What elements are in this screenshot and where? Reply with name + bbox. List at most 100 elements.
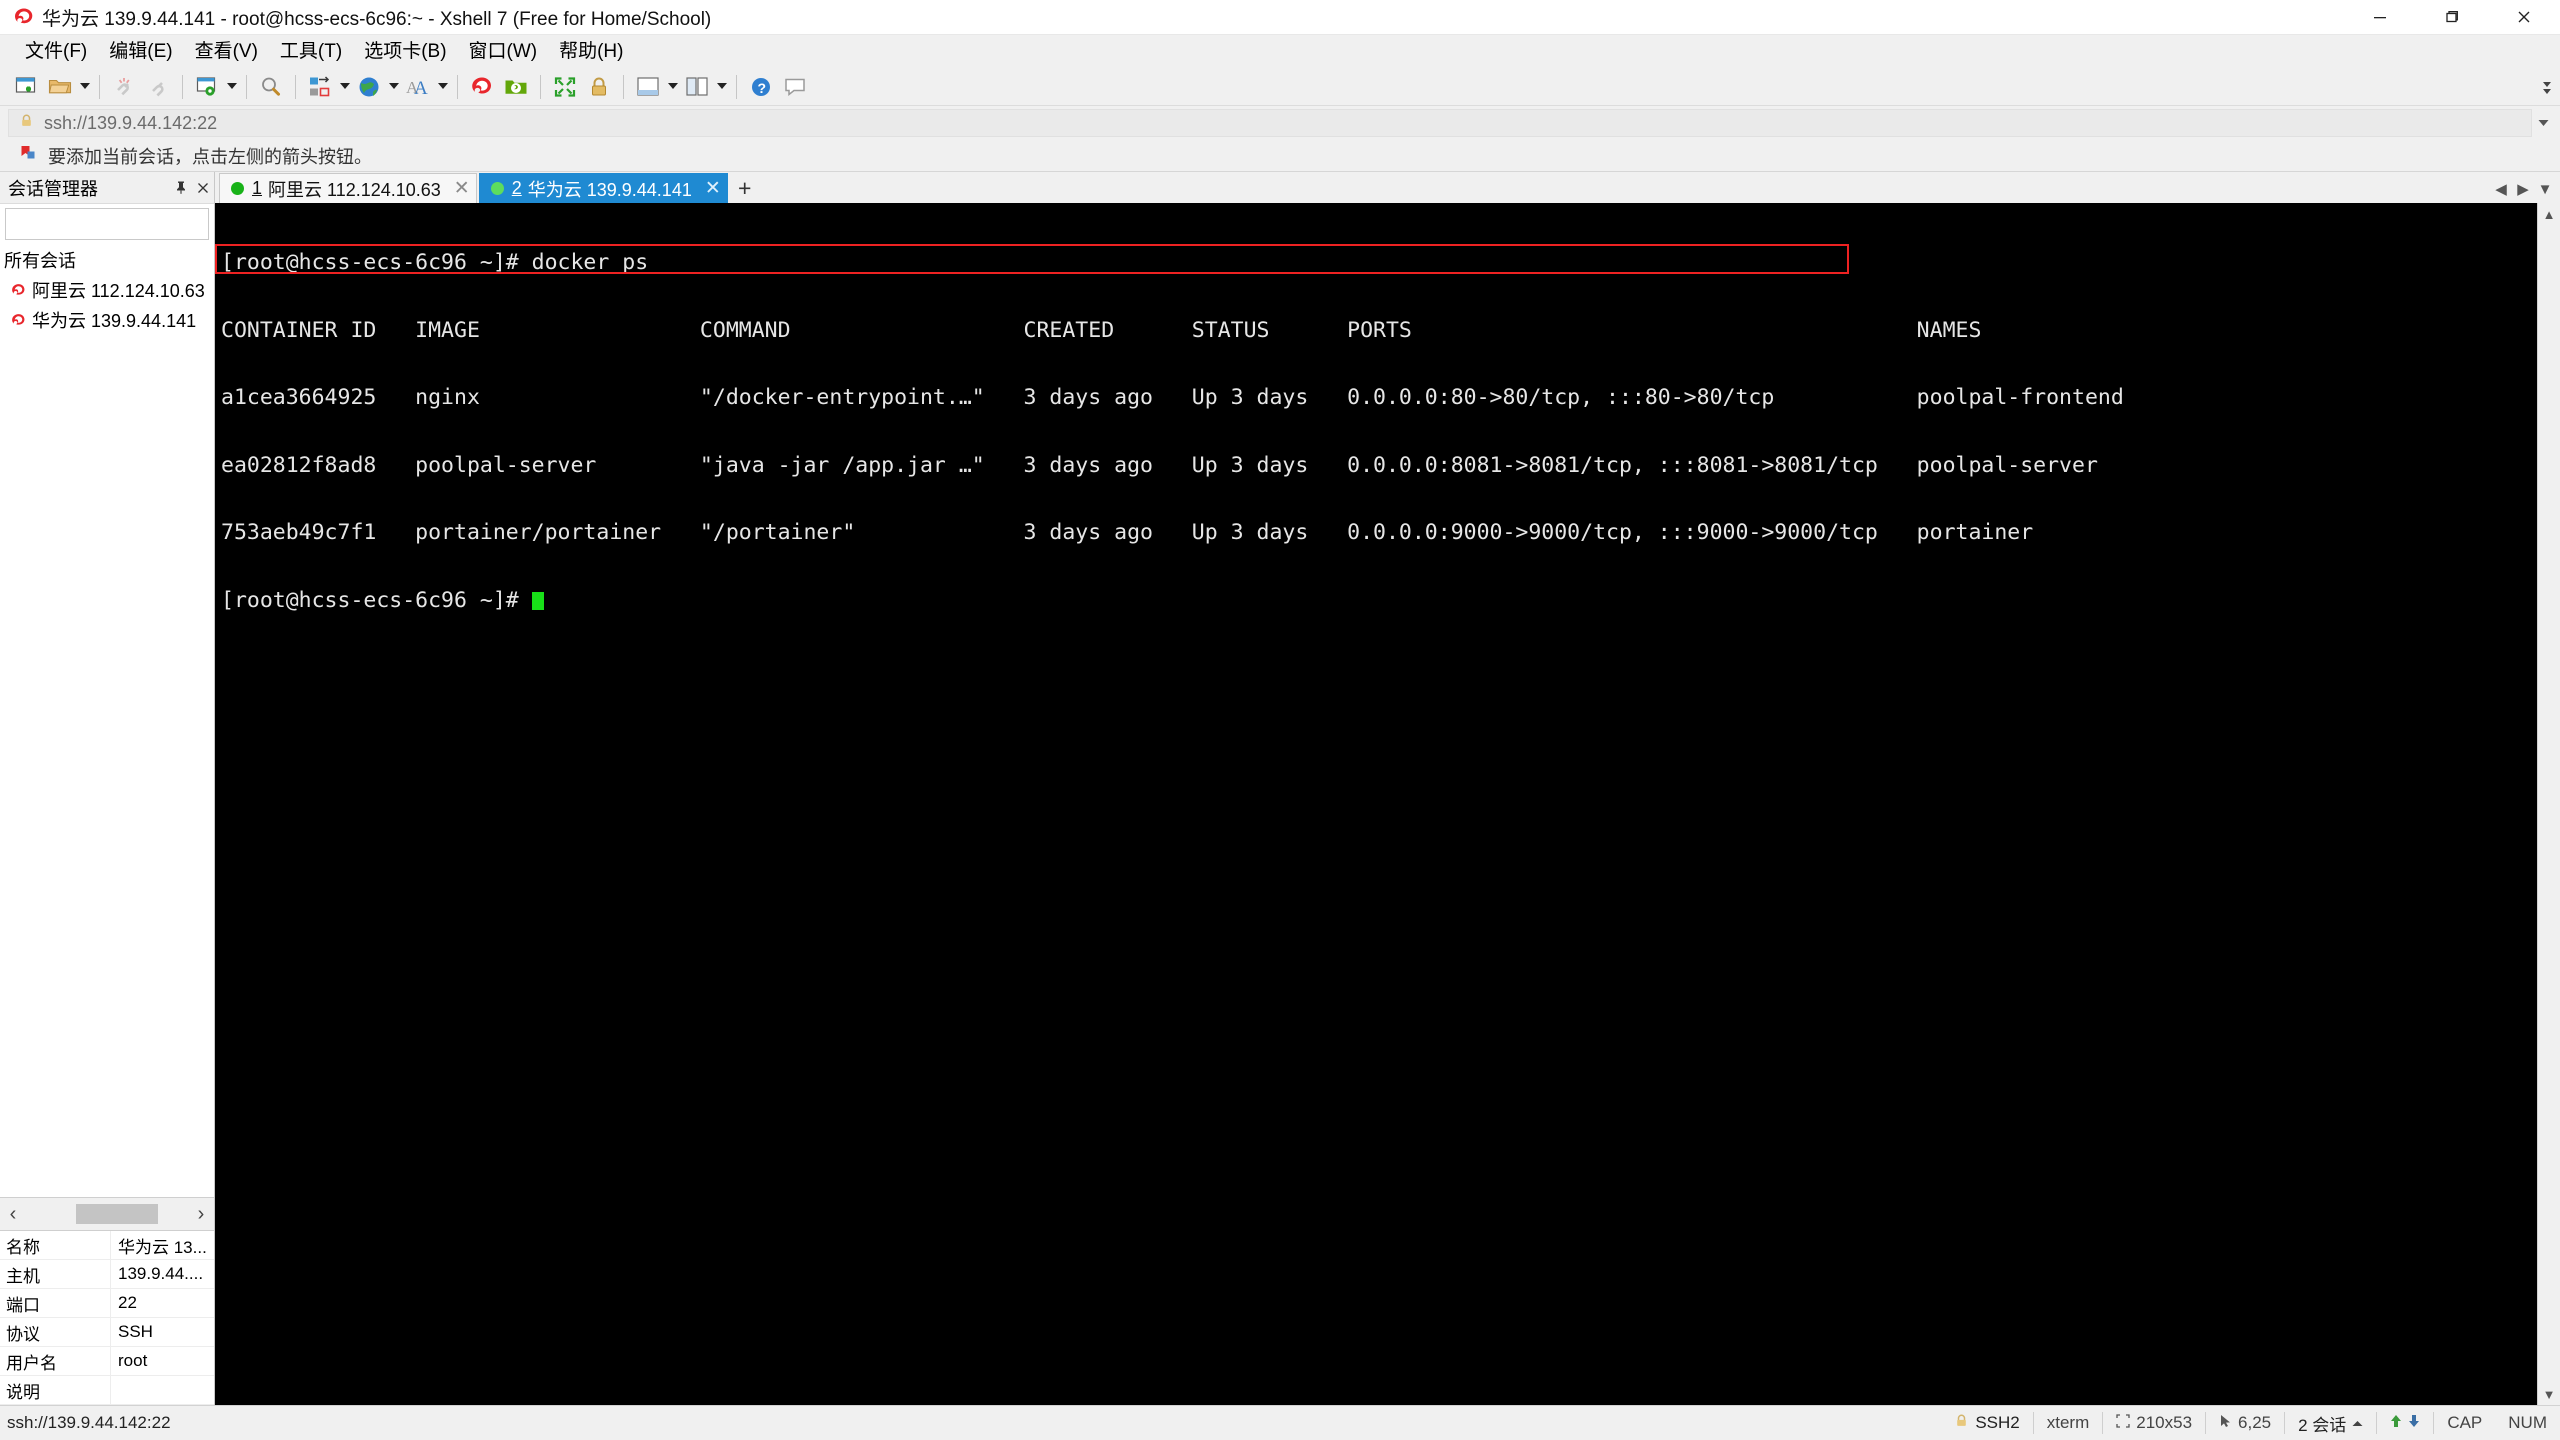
- file-transfer-icon[interactable]: [303, 72, 337, 102]
- chevron-up-icon[interactable]: ▲: [2538, 203, 2560, 225]
- session-search-box[interactable]: [5, 208, 236, 240]
- font-icon[interactable]: A A: [401, 72, 435, 102]
- toolbar-overflow-icon[interactable]: [2540, 68, 2554, 105]
- menu-bar: 文件(F) 编辑(E) 查看(V) 工具(T) 选项卡(B) 窗口(W) 帮助(…: [0, 35, 2560, 68]
- terminal-area: [root@hcss-ecs-6c96 ~]# docker ps CONTAI…: [215, 203, 2560, 1405]
- layout-icon[interactable]: [680, 72, 714, 102]
- chevron-right-icon[interactable]: ›: [188, 1199, 214, 1229]
- terminal-line: CONTAINER ID IMAGE COMMAND CREATED STATU…: [221, 317, 1982, 343]
- toolbar-divider: [736, 74, 737, 99]
- minimize-button[interactable]: [2344, 0, 2416, 34]
- pin-icon[interactable]: [170, 176, 192, 200]
- file-transfer-dropdown[interactable]: [337, 72, 352, 102]
- tab-label: 阿里云 112.124.10.63: [268, 179, 441, 200]
- hscrollbar-track[interactable]: [26, 1204, 188, 1224]
- tab-aliyun[interactable]: 1 阿里云 112.124.10.63 ✕: [219, 173, 477, 203]
- session-tree-root[interactable]: 所有会话: [0, 245, 214, 275]
- open-folder-icon[interactable]: [43, 72, 77, 102]
- close-button[interactable]: [2488, 0, 2560, 34]
- help-icon[interactable]: ?: [744, 72, 778, 102]
- chevron-down-icon[interactable]: ▼: [2534, 177, 2556, 201]
- toolbar-divider: [182, 74, 183, 99]
- status-terminal-type: xterm: [2034, 1406, 2103, 1440]
- tab-label: 华为云 139.9.44.141: [527, 179, 692, 200]
- new-session-icon[interactable]: [9, 72, 43, 102]
- property-value: 华为云 13...: [118, 1237, 207, 1257]
- session-item-huaweiyun[interactable]: 华为云 139.9.44.141: [0, 305, 214, 335]
- compose-pane-icon[interactable]: [631, 72, 665, 102]
- close-icon[interactable]: ✕: [454, 179, 470, 198]
- menu-file[interactable]: 文件(F): [14, 39, 98, 64]
- lock-icon[interactable]: [582, 72, 616, 102]
- property-key: 端口: [0, 1289, 111, 1317]
- status-terminal-type-label: xterm: [2046, 1413, 2090, 1432]
- lock-icon: [19, 113, 34, 133]
- address-value: ssh://139.9.44.142:22: [44, 112, 218, 133]
- tab-huaweiyun[interactable]: 2 华为云 139.9.44.141 ✕: [478, 173, 728, 203]
- terminal-prompt-line: [root@hcss-ecs-6c96 ~]#: [221, 587, 2537, 613]
- xshell-icon[interactable]: [465, 72, 499, 102]
- chevron-left-icon[interactable]: ◀: [2490, 177, 2512, 201]
- maximize-button[interactable]: [2416, 0, 2488, 34]
- property-value: 22: [118, 1293, 137, 1312]
- chevron-right-icon[interactable]: ▶: [2512, 177, 2534, 201]
- chevron-down-icon[interactable]: [2532, 119, 2554, 127]
- session-manager-header: 会话管理器: [0, 172, 214, 204]
- font-dropdown[interactable]: [435, 72, 450, 102]
- bookmark-icon: [19, 144, 37, 167]
- xshell-logo-icon: [13, 6, 35, 28]
- toolbar-divider: [457, 74, 458, 99]
- menu-view[interactable]: 查看(V): [184, 39, 269, 64]
- layout-dropdown[interactable]: [714, 72, 729, 102]
- fullscreen-icon[interactable]: [548, 72, 582, 102]
- chevron-down-icon[interactable]: ▼: [2538, 1383, 2560, 1405]
- search-input[interactable]: [6, 214, 221, 234]
- compose-pane-dropdown[interactable]: [665, 72, 680, 102]
- menu-window[interactable]: 窗口(W): [458, 39, 549, 64]
- session-list-hscrollbar[interactable]: ‹ ›: [0, 1197, 214, 1230]
- hscrollbar-thumb[interactable]: [76, 1204, 158, 1224]
- toolbar-divider: [246, 74, 247, 99]
- toolbar-divider: [540, 74, 541, 99]
- close-icon[interactable]: ✕: [705, 179, 721, 198]
- globe-dropdown[interactable]: [386, 72, 401, 102]
- session-properties-icon[interactable]: [190, 72, 224, 102]
- status-cursor: 6,25: [2206, 1406, 2284, 1440]
- disconnect-icon: [107, 72, 141, 102]
- terminal-vscrollbar[interactable]: ▲ ▼: [2537, 203, 2560, 1405]
- property-row-port: 端口 22: [0, 1289, 214, 1318]
- close-icon[interactable]: [192, 176, 214, 200]
- status-cursor-label: 6,25: [2238, 1413, 2272, 1432]
- find-icon[interactable]: [254, 72, 288, 102]
- terminal-prompt: [root@hcss-ecs-6c96 ~]#: [221, 587, 532, 613]
- window-controls: [2344, 0, 2560, 34]
- new-tab-button[interactable]: +: [730, 174, 760, 203]
- property-value: SSH: [118, 1322, 153, 1341]
- menu-tab[interactable]: 选项卡(B): [353, 39, 457, 64]
- main-body: 会话管理器 所有会话 阿里云 112.124.10.63 华为云 139.9.4…: [0, 172, 2560, 1405]
- chevron-left-icon[interactable]: ‹: [0, 1199, 26, 1229]
- menu-help[interactable]: 帮助(H): [548, 39, 634, 64]
- terminal-line: 753aeb49c7f1 portainer/portainer "/porta…: [221, 520, 2034, 545]
- globe-icon[interactable]: [352, 72, 386, 102]
- session-item-aliyun[interactable]: 阿里云 112.124.10.63: [0, 275, 214, 305]
- window-title: 华为云 139.9.44.141 - root@hcss-ecs-6c96:~ …: [42, 8, 712, 30]
- session-properties-dropdown[interactable]: [224, 72, 239, 102]
- open-folder-dropdown[interactable]: [77, 72, 92, 102]
- menu-tools[interactable]: 工具(T): [269, 39, 353, 64]
- status-sessions[interactable]: 2 会话: [2285, 1406, 2376, 1440]
- terminal-screen[interactable]: [root@hcss-ecs-6c96 ~]# docker ps CONTAI…: [215, 203, 2537, 1405]
- feedback-icon[interactable]: [778, 72, 812, 102]
- status-url: ssh://139.9.44.142:22: [7, 1413, 171, 1432]
- chevron-up-icon[interactable]: [2352, 1413, 2363, 1433]
- arrow-down-icon: [2408, 1413, 2420, 1433]
- reconnect-icon: [141, 72, 175, 102]
- address-input[interactable]: ssh://139.9.44.142:22: [8, 109, 2532, 137]
- tab-number: 2: [511, 178, 522, 198]
- status-caps: CAP: [2434, 1406, 2495, 1440]
- status-protocol: SSH2: [1941, 1406, 2032, 1440]
- tab-nav: ◀ ▶ ▼: [2490, 177, 2556, 201]
- xftp-icon[interactable]: [499, 72, 533, 102]
- svg-text:?: ?: [758, 80, 767, 96]
- menu-edit[interactable]: 编辑(E): [98, 39, 183, 64]
